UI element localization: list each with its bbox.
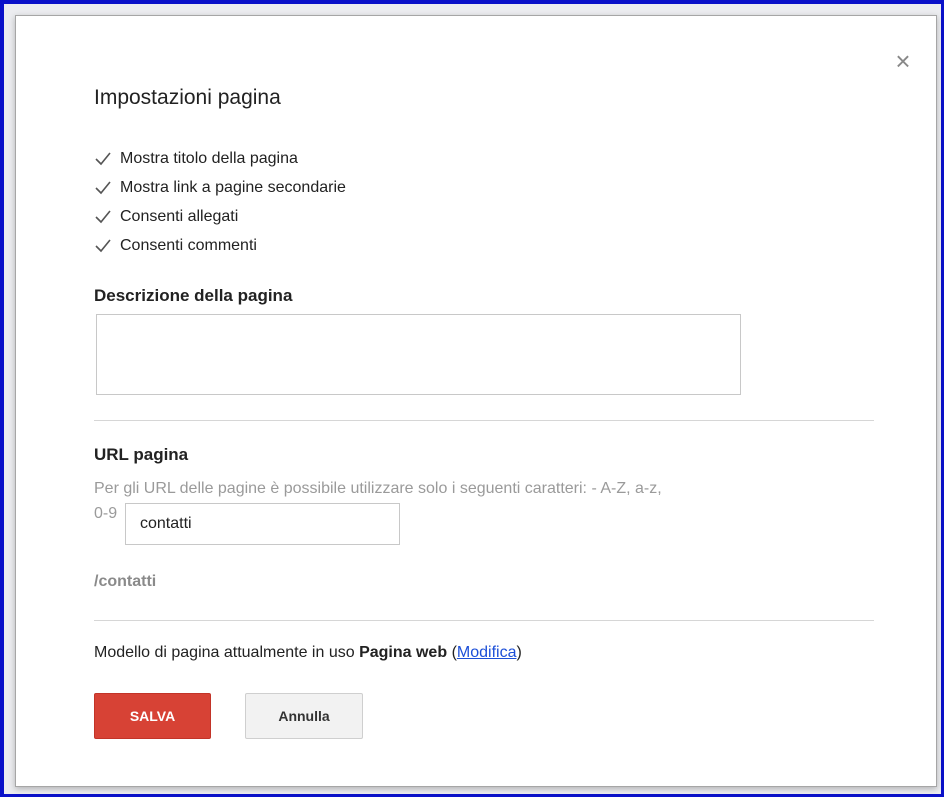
close-icon[interactable]: × (892, 48, 914, 74)
checkbox-label: Mostra titolo della pagina (120, 149, 298, 167)
url-input[interactable] (125, 503, 400, 545)
url-path: /contatti (94, 573, 157, 590)
description-label: Descrizione della pagina (94, 286, 293, 305)
url-help-text: Per gli URL delle pagine è possibile uti… (94, 480, 662, 497)
divider (94, 420, 874, 421)
description-textarea[interactable] (96, 314, 741, 395)
divider (94, 620, 874, 621)
close-paren: ) (516, 644, 522, 661)
cancel-button[interactable]: Annulla (245, 693, 363, 739)
checkbox-show-page-title[interactable]: Mostra titolo della pagina (94, 144, 346, 173)
checkbox-allow-comments[interactable]: Consenti commenti (94, 231, 346, 260)
change-template-link[interactable]: Modifica (457, 644, 517, 661)
page-settings-dialog: × Impostazioni pagina Mostra titolo dell… (15, 15, 937, 787)
save-button[interactable]: SALVA (94, 693, 211, 739)
checkmark-icon (95, 180, 111, 194)
template-prefix: Modello di pagina attualmente in uso (94, 644, 355, 661)
checkmark-icon (95, 151, 111, 165)
checkbox-label: Mostra link a pagine secondarie (120, 178, 346, 196)
checkbox-label: Consenti allegati (120, 207, 239, 225)
template-info: Modello di pagina attualmente in uso Pag… (94, 644, 522, 662)
checkbox-allow-attachments[interactable]: Consenti allegati (94, 202, 346, 231)
template-name: Pagina web (359, 644, 448, 661)
checkbox-show-subpage-links[interactable]: Mostra link a pagine secondarie (94, 173, 346, 202)
options-checkbox-list: Mostra titolo della pagina Mostra link a… (94, 144, 346, 260)
checkbox-label: Consenti commenti (120, 236, 257, 254)
checkmark-icon (95, 209, 111, 223)
checkmark-icon (95, 238, 111, 252)
url-label: URL pagina (94, 445, 189, 464)
dialog-title: Impostazioni pagina (94, 86, 281, 109)
window-frame: × Impostazioni pagina Mostra titolo dell… (4, 4, 941, 794)
url-help-suffix: 0-9 (94, 505, 118, 522)
